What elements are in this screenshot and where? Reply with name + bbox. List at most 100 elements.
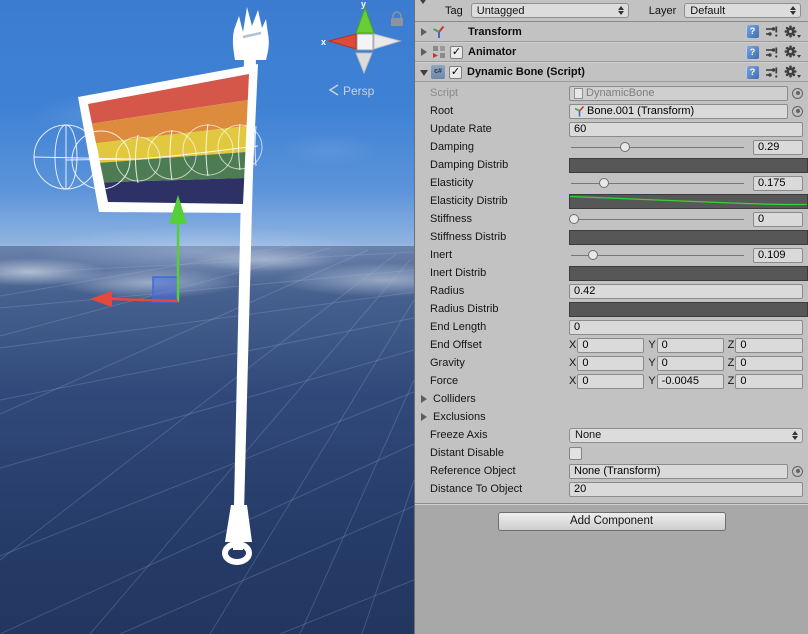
add-component-button[interactable]: Add Component <box>498 512 726 531</box>
distant-disable-checkbox[interactable] <box>569 447 582 460</box>
rainbow-flag[interactable] <box>78 64 258 213</box>
move-gizmo-xy-plane-handle[interactable] <box>153 277 178 302</box>
stiffness-slider[interactable] <box>569 212 746 226</box>
pole-base <box>225 505 252 542</box>
field-label: Elasticity Distrib <box>430 195 569 207</box>
dynamic-bone-component-header[interactable]: c# Dynamic Bone (Script) ? <box>415 62 808 82</box>
field-label: Stiffness Distrib <box>430 231 569 243</box>
unity-editor-window: y x Persp Tag Untagged Layer Default <box>0 0 808 634</box>
scene-view[interactable]: y x Persp <box>0 0 414 634</box>
distance-to-object-input[interactable]: 20 <box>569 482 803 497</box>
reference-object-field[interactable]: None (Transform) <box>569 464 788 479</box>
force-z-input[interactable]: 0 <box>735 374 803 389</box>
elasticity-curve <box>570 195 807 208</box>
force-x-input[interactable]: 0 <box>577 374 644 389</box>
end-offset-x-input[interactable]: 0 <box>577 338 644 353</box>
inert-distrib-curve-field[interactable] <box>569 266 808 281</box>
colliders-foldout[interactable]: Colliders <box>415 390 808 408</box>
animator-icon <box>432 45 446 59</box>
orientation-y-cone[interactable] <box>356 8 374 33</box>
preset-icon[interactable] <box>765 66 778 79</box>
tag-dropdown[interactable]: Untagged <box>471 3 629 18</box>
freeze-axis-dropdown[interactable]: None <box>569 428 803 443</box>
end-offset-z-input[interactable]: 0 <box>735 338 803 353</box>
radius-distrib-curve-field[interactable] <box>569 302 808 317</box>
foldout-arrow-icon[interactable] <box>421 28 427 36</box>
object-picker-icon[interactable] <box>792 466 803 477</box>
elasticity-distrib-curve-field[interactable] <box>569 194 808 209</box>
field-label: Radius Distrib <box>430 303 569 315</box>
radius-input[interactable]: 0.42 <box>569 284 803 299</box>
elasticity-slider[interactable] <box>569 176 746 190</box>
persp-arrow-icon[interactable] <box>330 85 338 95</box>
stiffness-value-input[interactable]: 0 <box>753 212 803 227</box>
field-row-root: Root Bone.001 (Transform) <box>415 102 808 120</box>
elasticity-value-input[interactable]: 0.175 <box>753 176 803 191</box>
layer-value: Default <box>690 5 725 17</box>
object-picker-icon[interactable] <box>792 106 803 117</box>
damping-distrib-curve-field[interactable] <box>569 158 808 173</box>
update-rate-input[interactable]: 60 <box>569 122 803 137</box>
pole-crown-finial <box>233 7 269 60</box>
transform-component-header[interactable]: Transform ? <box>415 22 808 42</box>
field-label: Root <box>430 105 569 117</box>
y-axis-label: Y <box>648 375 655 387</box>
pole-base-ring <box>225 544 249 562</box>
gravity-x-input[interactable]: 0 <box>577 356 644 371</box>
move-gizmo-x-arrowhead[interactable] <box>90 291 112 307</box>
orientation-x-cone[interactable] <box>329 34 356 49</box>
field-row-damping-distrib: Damping Distrib <box>415 156 808 174</box>
preset-icon[interactable] <box>765 46 778 59</box>
end-length-input[interactable]: 0 <box>569 320 803 335</box>
popup-arrows-icon <box>618 6 625 15</box>
help-icon[interactable]: ? <box>746 25 759 38</box>
field-label: Damping Distrib <box>430 159 569 171</box>
gear-icon[interactable] <box>784 25 800 39</box>
foldout-arrow-icon[interactable] <box>421 48 427 56</box>
field-label: Distant Disable <box>430 447 569 459</box>
orientation-neg-x-cone[interactable] <box>374 34 400 49</box>
help-icon[interactable]: ? <box>746 46 759 59</box>
damping-value-input[interactable]: 0.29 <box>753 140 803 155</box>
script-object-field[interactable]: DynamicBone <box>569 86 788 101</box>
end-offset-y-input[interactable]: 0 <box>657 338 724 353</box>
persp-label[interactable]: Persp <box>343 84 375 98</box>
gravity-y-input[interactable]: 0 <box>657 356 724 371</box>
field-label: Damping <box>430 141 569 153</box>
orientation-neg-y-cone[interactable] <box>356 53 372 73</box>
force-y-input[interactable]: -0.0045 <box>657 374 724 389</box>
foldout-arrow-icon[interactable] <box>420 70 428 76</box>
help-icon[interactable]: ? <box>746 66 759 79</box>
lock-icon-body[interactable] <box>391 18 403 26</box>
component-title: Dynamic Bone (Script) <box>467 66 585 78</box>
y-axis-label: Y <box>648 357 655 369</box>
field-label: Inert <box>430 249 569 261</box>
preset-icon[interactable] <box>765 25 778 38</box>
dynamic-bone-enabled-checkbox[interactable] <box>449 66 462 79</box>
gravity-z-input[interactable]: 0 <box>735 356 803 371</box>
orientation-center-cube[interactable] <box>357 34 373 50</box>
tag-value: Untagged <box>477 5 525 17</box>
foldout-arrow-icon <box>421 413 427 421</box>
field-label: Stiffness <box>430 213 569 225</box>
gear-icon[interactable] <box>784 65 800 79</box>
gear-icon[interactable] <box>784 45 800 59</box>
object-picker-icon[interactable] <box>792 88 803 99</box>
field-label: Elasticity <box>430 177 569 189</box>
inert-slider[interactable] <box>569 248 746 262</box>
stiffness-distrib-curve-field[interactable] <box>569 230 808 245</box>
field-label: Distance To Object <box>430 483 569 495</box>
animator-enabled-checkbox[interactable] <box>450 46 463 59</box>
lock-icon[interactable] <box>393 12 401 18</box>
field-label: Script <box>430 87 569 99</box>
animator-component-header[interactable]: Animator ? <box>415 42 808 62</box>
field-row-inert: Inert 0.109 <box>415 246 808 264</box>
root-object-field[interactable]: Bone.001 (Transform) <box>569 104 788 119</box>
exclusions-foldout[interactable]: Exclusions <box>415 408 808 426</box>
inert-value-input[interactable]: 0.109 <box>753 248 803 263</box>
layer-dropdown[interactable]: Default <box>684 3 801 18</box>
field-row-radius-distrib: Radius Distrib <box>415 300 808 318</box>
cropped-foldout-icon <box>418 0 428 4</box>
x-axis-label: X <box>569 375 576 387</box>
damping-slider[interactable] <box>569 140 746 154</box>
